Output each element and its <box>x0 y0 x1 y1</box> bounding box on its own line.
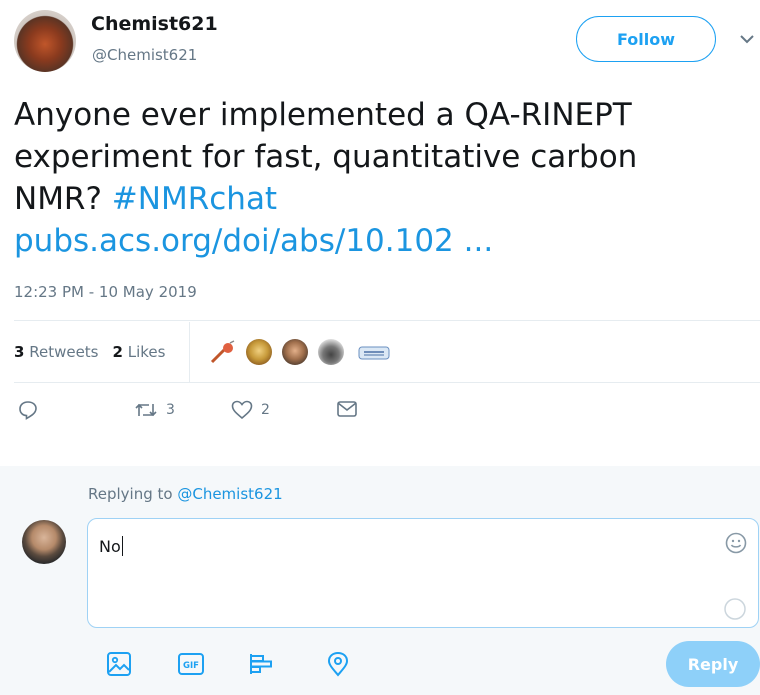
replying-to-handle[interactable]: @Chemist621 <box>177 485 282 503</box>
stats-divider <box>189 322 190 382</box>
svg-text:GIF: GIF <box>183 661 199 671</box>
liker-avatar[interactable] <box>356 343 392 363</box>
like-action[interactable]: 2 <box>231 400 270 420</box>
tweet-timestamp[interactable]: 12:23 PM - 10 May 2019 <box>14 283 197 301</box>
liker-avatar[interactable] <box>318 339 344 365</box>
like-count: 2 <box>261 402 270 418</box>
author-display-name[interactable]: Chemist621 <box>91 13 218 35</box>
liker-avatar[interactable] <box>246 339 272 365</box>
current-user-avatar <box>22 520 66 564</box>
hashtag-link[interactable]: #NMRchat <box>112 181 277 217</box>
divider <box>14 320 760 321</box>
reply-composer[interactable] <box>87 518 759 628</box>
caret-down-icon[interactable] <box>738 32 756 46</box>
retweet-count: 3 <box>166 402 175 418</box>
reply-icon <box>19 401 37 420</box>
retweet-icon <box>135 403 157 417</box>
image-icon[interactable] <box>106 651 132 677</box>
tweet-text: Anyone ever implemented a QA-RINEPT expe… <box>14 94 734 262</box>
dm-icon <box>337 401 357 417</box>
replying-to: Replying to @Chemist621 <box>88 485 283 503</box>
divider <box>14 382 760 383</box>
like-icon <box>231 400 253 420</box>
composer-text[interactable]: No <box>99 537 121 556</box>
dm-action[interactable] <box>336 400 358 418</box>
follow-button[interactable]: Follow <box>576 16 716 62</box>
tweet-text-line-2: experiment for fast, quantitative carbon <box>14 139 638 175</box>
poll-icon[interactable] <box>248 651 274 677</box>
character-count-ring <box>724 598 746 620</box>
emoji-icon[interactable] <box>724 531 748 555</box>
retweets-stat[interactable]: 3 Retweets <box>14 343 99 361</box>
liker-avatar[interactable] <box>282 339 308 365</box>
article-link[interactable]: pubs.acs.org/doi/abs/10.102 ... <box>14 220 734 262</box>
engagement-stats: 3 Retweets 2 Likes <box>14 343 165 361</box>
text-cursor <box>122 536 123 556</box>
tweet-text-line-1: Anyone ever implemented a QA-RINEPT <box>14 97 632 133</box>
author-handle[interactable]: @Chemist621 <box>92 46 197 64</box>
location-icon[interactable] <box>326 651 350 677</box>
likes-stat[interactable]: 2 Likes <box>113 343 166 361</box>
tweet-text-line-3: NMR? <box>14 181 112 217</box>
retweet-action[interactable]: 3 <box>134 400 175 420</box>
reply-button[interactable]: Reply <box>666 641 760 687</box>
author-avatar[interactable] <box>14 10 76 72</box>
reply-action[interactable] <box>18 400 38 420</box>
gif-icon[interactable]: GIF <box>177 651 205 677</box>
liker-avatar[interactable] <box>208 340 236 366</box>
